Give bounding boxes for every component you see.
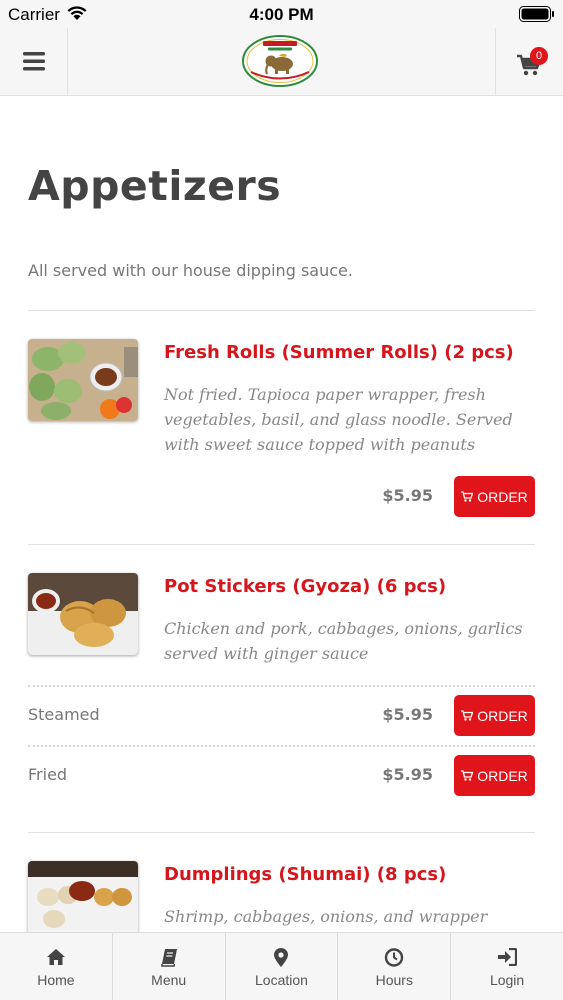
divider <box>28 832 535 833</box>
status-bar: Carrier 4:00 PM <box>0 0 563 28</box>
order-button-label: ORDER <box>477 707 528 724</box>
item-name[interactable]: Pot Stickers (Gyoza) (6 pcs) <box>164 576 446 597</box>
tab-label: Hours <box>375 972 413 988</box>
item-description: Shrimp, cabbages, onions, and wrapper se… <box>164 907 488 926</box>
variant-label: Steamed <box>28 705 100 724</box>
cart-icon <box>461 710 474 721</box>
login-icon <box>498 948 518 966</box>
clock-icon <box>385 948 404 967</box>
tab-login[interactable]: Login <box>451 933 563 1000</box>
dumplings-photo <box>28 861 138 932</box>
tab-home[interactable]: Home <box>0 933 113 1000</box>
dotted-divider <box>28 685 535 687</box>
section-description: All served with our house dipping sauce. <box>28 261 353 280</box>
clock-time: 4:00 PM <box>249 5 314 24</box>
variant-price: $5.95 <box>382 765 433 784</box>
tab-menu[interactable]: Menu <box>113 933 226 1000</box>
tab-label: Location <box>255 972 308 988</box>
tab-hours[interactable]: Hours <box>338 933 452 1000</box>
menu-content[interactable]: Appetizers All served with our house dip… <box>0 96 563 932</box>
app-header: 0 <box>0 28 563 96</box>
order-button[interactable]: ORDER <box>454 755 535 796</box>
item-description: Chicken and pork, cabbages, onions, garl… <box>164 619 523 663</box>
restaurant-logo[interactable] <box>241 34 319 88</box>
variant-price: $5.95 <box>382 705 433 724</box>
hamburger-icon <box>22 52 45 71</box>
order-button-label: ORDER <box>477 488 528 505</box>
book-icon <box>160 949 177 967</box>
order-button[interactable]: ORDER <box>454 476 535 517</box>
tab-label: Login <box>489 972 525 988</box>
divider <box>28 544 535 545</box>
divider <box>28 310 535 311</box>
dotted-divider <box>28 745 535 747</box>
item-name[interactable]: Fresh Rolls (Summer Rolls) (2 pcs) <box>164 342 514 363</box>
order-button[interactable]: ORDER <box>454 695 535 736</box>
item-name[interactable]: Dumplings (Shumai) (8 pcs) <box>164 864 446 885</box>
tab-location[interactable]: Location <box>226 933 339 1000</box>
cart-icon <box>461 770 474 781</box>
pot-stickers-photo <box>28 573 138 655</box>
home-icon <box>46 949 65 965</box>
tab-label: Menu <box>151 972 187 988</box>
section-title: Appetizers <box>28 162 282 210</box>
fresh-rolls-photo <box>28 339 138 421</box>
cart-icon <box>461 491 474 502</box>
battery-icon <box>519 6 554 22</box>
menu-button[interactable] <box>0 28 68 95</box>
tab-label: Home <box>37 972 75 988</box>
cart-count-badge: 0 <box>530 47 548 65</box>
item-price: $5.95 <box>382 486 433 505</box>
item-description: Not fried. Tapioca paper wrapper, fresh … <box>164 385 513 454</box>
map-pin-icon <box>274 948 289 967</box>
variant-label: Fried <box>28 765 68 784</box>
bottom-tab-bar: Home Menu Location Hours Login <box>0 932 563 1000</box>
order-button-label: ORDER <box>477 767 528 784</box>
cart-button[interactable]: 0 <box>495 28 563 95</box>
